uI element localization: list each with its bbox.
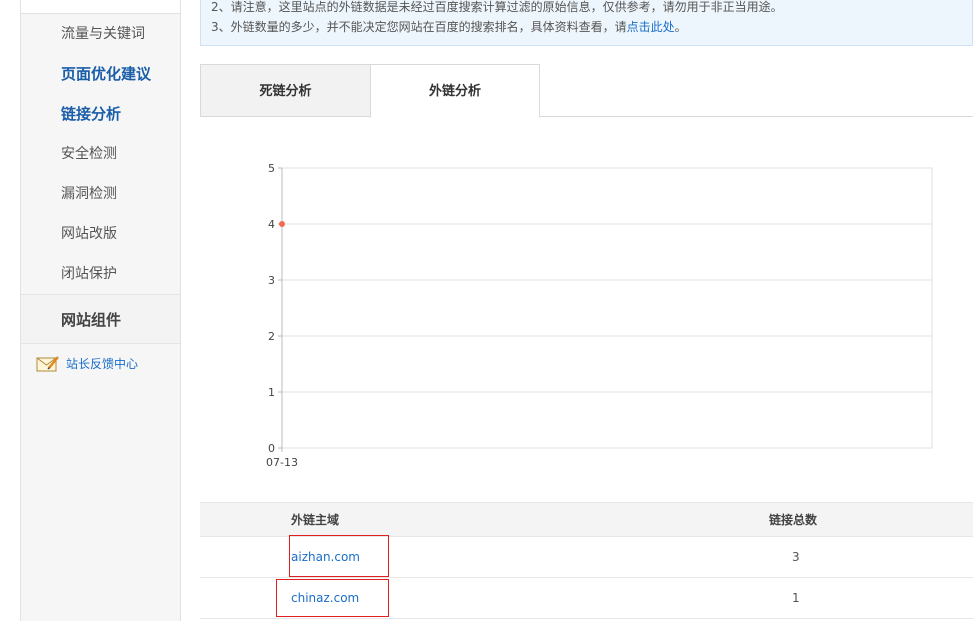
domain-link[interactable]: chinaz.com [291,591,359,605]
domain-cell: chinaz.com [200,578,620,618]
external-links-table: 外链主域 链接总数 aizhan.com 3 chinaz.com 1 [200,502,973,619]
data-point [279,221,285,227]
feedback-label: 站长反馈中心 [66,357,139,371]
y-tick-label: 1 [268,386,275,399]
tab-dead-link-analysis[interactable]: 死链分析 [200,64,370,117]
notice-line-3-text: 3、外链数量的多少，并不能决定您网站在百度的搜索排名，具体资料查看，请 [211,20,627,34]
notice-details-link[interactable]: 点击此处 [627,20,675,34]
sidebar-item-traffic-keywords[interactable]: 流量与关键词 [21,14,180,54]
sidebar-group-site-components[interactable]: 网站组件 [21,294,180,344]
y-tick-label: 2 [268,330,275,343]
mail-pencil-icon [36,356,59,372]
notice-line-2: 2、请注意，这里站点的外链数据是未经过百度搜索计算过滤的原始信息，仅供参考，请勿… [211,0,783,14]
notice-line-3-end: 。 [674,20,687,34]
plot-frame [281,167,933,449]
sidebar-item-page-optimization[interactable]: 页面优化建议 [21,54,180,94]
y-tick-label: 0 [268,442,275,455]
tab-external-link-analysis[interactable]: 外链分析 [370,64,540,118]
analysis-tabs: 死链分析 外链分析 [200,64,973,118]
table-row: aizhan.com 3 [200,535,973,578]
x-tick-label: 07-13 [266,456,298,469]
external-links-chart: 0 1 2 3 4 5 07-13 [266,162,933,469]
sidebar-item-vulnerability-check[interactable]: 漏洞检测 [21,174,180,214]
feedback-link[interactable]: 站长反馈中心 [36,354,138,374]
sidebar-item-link-analysis[interactable]: 链接分析 [21,94,180,134]
sidebar-item-security-check[interactable]: 安全检测 [21,134,180,174]
table-row: chinaz.com 1 [200,578,973,619]
sidebar-item-site-revision[interactable]: 网站改版 [21,214,180,254]
sidebar-top-bar [21,0,180,14]
sidebar-item-site-protection[interactable]: 闭站保护 [21,254,180,294]
header-domain: 外链主域 [291,513,340,527]
domain-cell: aizhan.com [200,537,620,577]
sidebar: 流量与关键词 页面优化建议 链接分析 安全检测 漏洞检测 网站改版 闭站保护 网… [20,0,181,621]
header-link-count: 链接总数 [769,513,818,527]
sidebar-nav: 流量与关键词 页面优化建议 链接分析 安全检测 漏洞检测 网站改版 闭站保护 [21,14,180,294]
table-header: 外链主域 链接总数 [200,502,973,537]
y-tick-label: 4 [268,218,275,231]
notice-line-3: 3、外链数量的多少，并不能决定您网站在百度的搜索排名，具体资料查看，请点击此处。 [211,17,972,37]
count-cell: 1 [792,591,800,605]
notice-box: 2、请注意，这里站点的外链数据是未经过百度搜索计算过滤的原始信息，仅供参考，请勿… [200,0,973,46]
domain-link[interactable]: aizhan.com [291,550,360,564]
y-tick-label: 3 [268,274,275,287]
y-tick-label: 5 [268,162,275,175]
count-cell: 3 [792,550,800,564]
